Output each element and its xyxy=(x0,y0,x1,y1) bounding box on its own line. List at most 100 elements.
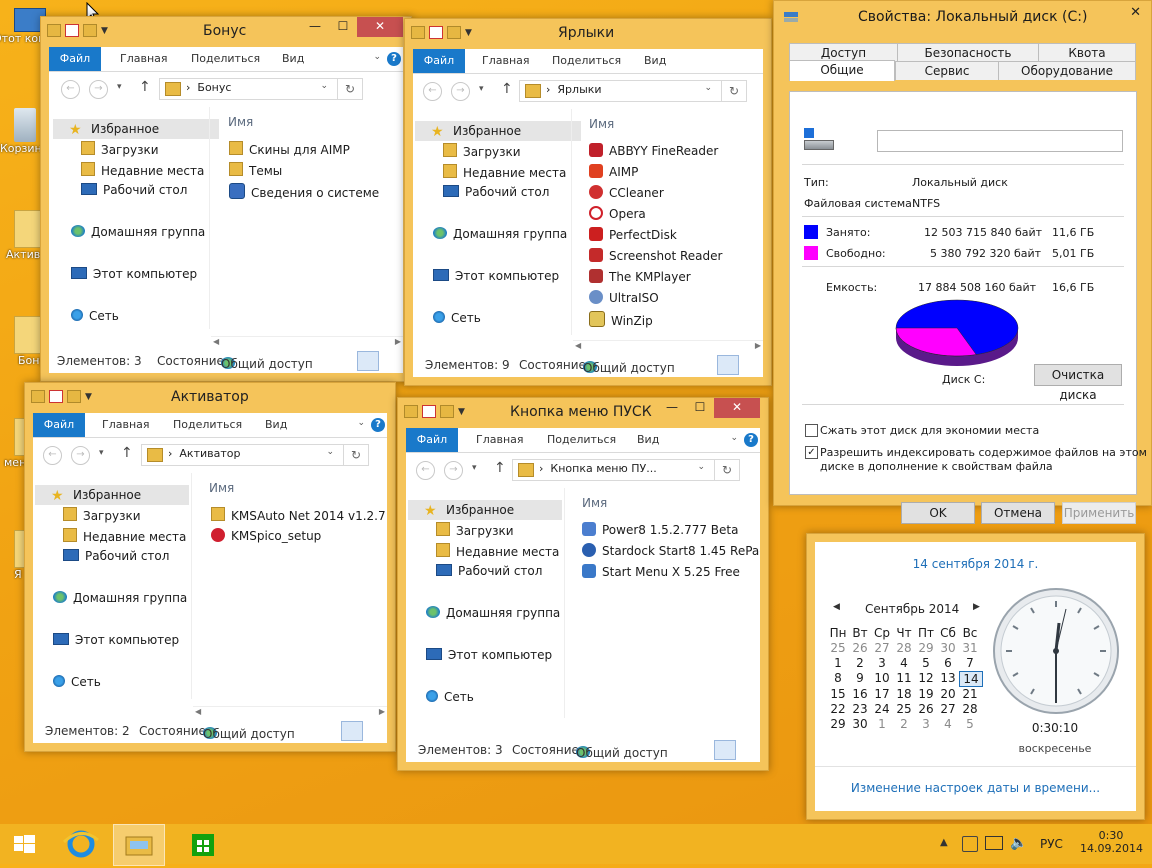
calendar-day[interactable]: 30 xyxy=(849,717,871,731)
nav-desktop[interactable]: Рабочий стол xyxy=(436,564,542,578)
back-button[interactable]: ← xyxy=(423,82,442,101)
nav-network[interactable]: Сеть xyxy=(426,690,474,704)
calendar-day[interactable]: 2 xyxy=(893,717,915,731)
action-center-icon[interactable] xyxy=(962,836,978,852)
customize-arrow-icon[interactable]: ▼ xyxy=(101,26,108,36)
taskbar-store[interactable] xyxy=(178,824,228,864)
calendar-day[interactable]: 1 xyxy=(827,656,849,670)
nav-desktop[interactable]: Рабочий стол xyxy=(443,185,549,199)
calendar-day[interactable]: 27 xyxy=(871,641,893,655)
column-header-name[interactable]: Имя xyxy=(209,481,234,495)
network-tray-icon[interactable] xyxy=(985,836,1003,850)
calendar-day[interactable]: 12 xyxy=(915,671,937,685)
window-bonus[interactable]: ▼ Бонус — ☐ ✕ Файл Главная Поделиться Ви… xyxy=(40,16,412,382)
calendar-day[interactable]: 20 xyxy=(937,687,959,701)
address-dropdown-icon[interactable]: ⌄ xyxy=(326,447,334,457)
column-header-name[interactable]: Имя xyxy=(228,115,253,129)
list-item[interactable]: Opera xyxy=(589,206,646,221)
list-item[interactable]: AIMP xyxy=(589,164,638,179)
tab-share[interactable]: Поделиться xyxy=(547,428,616,452)
nav-network[interactable]: Сеть xyxy=(433,311,481,325)
calendar-day[interactable]: 6 xyxy=(937,656,959,670)
recent-locations-icon[interactable]: ▾ xyxy=(99,448,104,458)
nav-desktop[interactable]: Рабочий стол xyxy=(63,549,169,563)
close-icon[interactable]: ✕ xyxy=(1130,5,1141,20)
horizontal-scrollbar[interactable]: ◀ ▶ xyxy=(211,336,403,351)
nav-desktop[interactable]: Рабочий стол xyxy=(81,183,187,197)
nav-network[interactable]: Сеть xyxy=(71,309,119,323)
new-folder-icon[interactable] xyxy=(67,390,81,403)
prev-month-icon[interactable]: ◀ xyxy=(833,602,840,612)
tab-security[interactable]: Безопасность xyxy=(897,43,1039,62)
horizontal-scrollbar[interactable]: ◀ ▶ xyxy=(573,340,763,355)
ribbon-expand-icon[interactable]: ⌄ xyxy=(357,418,365,428)
tab-view[interactable]: Вид xyxy=(637,428,659,452)
tab-home[interactable]: Главная xyxy=(476,428,524,452)
calendar-day[interactable]: 14 xyxy=(959,671,983,688)
list-item[interactable]: The KMPlayer xyxy=(589,269,691,284)
refresh-icon[interactable]: ↻ xyxy=(337,79,362,99)
back-button[interactable]: ← xyxy=(43,446,62,465)
window-activator[interactable]: ▼ Активатор Файл Главная Поделиться Вид … xyxy=(24,382,396,752)
address-bar[interactable]: › Кнопка меню ПУ... ⌄ ↻ xyxy=(512,459,740,481)
help-icon[interactable]: ? xyxy=(744,433,758,447)
calendar-day[interactable]: 8 xyxy=(827,671,849,685)
calendar-day[interactable]: 4 xyxy=(937,717,959,731)
calendar-day[interactable]: 25 xyxy=(893,702,915,716)
large-icons-view-button[interactable] xyxy=(741,357,761,375)
calendar-day[interactable]: 22 xyxy=(827,702,849,716)
calendar-day[interactable]: 25 xyxy=(827,641,849,655)
address-dropdown-icon[interactable]: ⌄ xyxy=(697,462,705,472)
list-item[interactable]: Power8 1.5.2.777 Beta xyxy=(582,522,738,537)
nav-this-pc[interactable]: Этот компьютер xyxy=(71,267,197,281)
title-bar[interactable]: ▼ Кнопка меню ПУСК — ☐ ✕ xyxy=(398,398,768,428)
nav-recent[interactable]: Недавние места xyxy=(63,528,186,544)
tab-home[interactable]: Главная xyxy=(482,49,530,73)
nav-this-pc[interactable]: Этот компьютер xyxy=(426,648,552,662)
maximize-button[interactable]: ☐ xyxy=(686,398,714,418)
help-icon[interactable]: ? xyxy=(387,52,401,66)
folder-icon[interactable] xyxy=(411,26,425,39)
quick-access-toolbar[interactable]: ▼ xyxy=(31,390,92,403)
large-icons-view-button[interactable] xyxy=(738,742,758,760)
recent-locations-icon[interactable]: ▾ xyxy=(472,463,477,473)
details-view-button[interactable] xyxy=(341,721,363,741)
cancel-button[interactable]: Отмена xyxy=(981,502,1055,524)
recent-locations-icon[interactable]: ▾ xyxy=(479,84,484,94)
refresh-icon[interactable]: ↻ xyxy=(343,445,368,465)
calendar-day[interactable]: 3 xyxy=(871,656,893,670)
nav-homegroup[interactable]: Домашняя группа xyxy=(433,227,567,241)
quick-access-toolbar[interactable]: ▼ xyxy=(404,405,465,418)
list-item[interactable]: CCleaner xyxy=(589,185,664,200)
ribbon-expand-icon[interactable]: ⌄ xyxy=(373,52,381,62)
new-folder-icon[interactable] xyxy=(83,24,97,37)
folder-icon[interactable] xyxy=(47,24,61,37)
start-button[interactable] xyxy=(0,824,50,864)
quick-access-toolbar[interactable]: ▼ xyxy=(411,26,472,39)
tab-file[interactable]: Файл xyxy=(413,49,465,73)
calendar-day[interactable]: 23 xyxy=(849,702,871,716)
show-hidden-icons[interactable]: ▲ xyxy=(940,837,948,848)
tab-view[interactable]: Вид xyxy=(644,49,666,73)
new-folder-icon[interactable] xyxy=(447,26,461,39)
customize-arrow-icon[interactable]: ▼ xyxy=(458,407,465,417)
calendar-day[interactable]: 15 xyxy=(827,687,849,701)
calendar-day[interactable]: 10 xyxy=(871,671,893,685)
list-item[interactable]: Темы xyxy=(229,162,282,178)
maximize-button[interactable]: ☐ xyxy=(329,17,357,37)
nav-favorites[interactable]: ★ Избранное xyxy=(53,119,219,139)
ribbon-expand-icon[interactable]: ⌄ xyxy=(730,433,738,443)
forward-button[interactable]: → xyxy=(451,82,470,101)
large-icons-view-button[interactable] xyxy=(381,353,401,371)
calendar-day[interactable]: 16 xyxy=(849,687,871,701)
up-button[interactable]: ↑ xyxy=(139,79,151,95)
tab-share[interactable]: Поделиться xyxy=(173,413,242,437)
calendar-day[interactable]: 26 xyxy=(915,702,937,716)
calendar-day[interactable]: 28 xyxy=(893,641,915,655)
list-item[interactable]: Screenshot Reader xyxy=(589,248,722,263)
calendar-day[interactable]: 30 xyxy=(937,641,959,655)
properties-icon[interactable] xyxy=(49,390,63,403)
quick-access-toolbar[interactable]: ▼ xyxy=(47,24,108,37)
calendar-day[interactable]: 31 xyxy=(959,641,981,655)
properties-icon[interactable] xyxy=(422,405,436,418)
